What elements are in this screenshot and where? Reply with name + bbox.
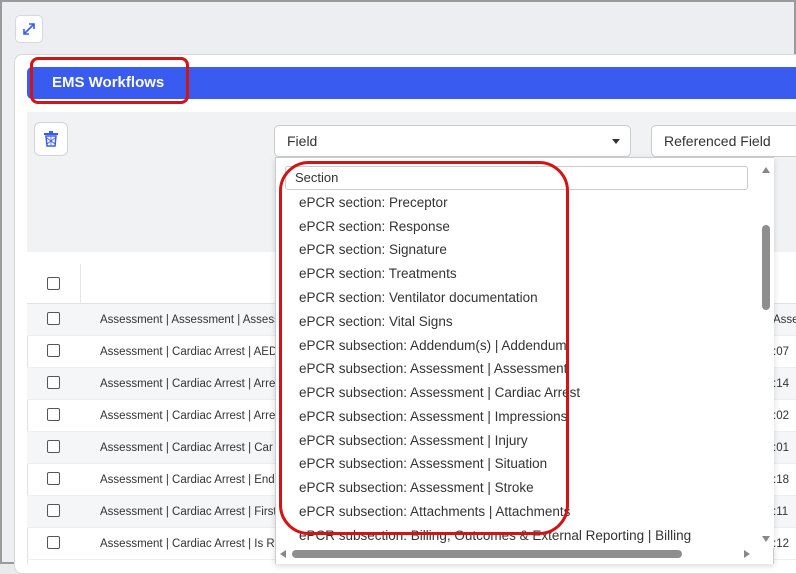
row-value: Asse	[773, 314, 796, 326]
referenced-field-select-value: Referenced Field	[664, 133, 771, 149]
row-value: :12	[773, 538, 789, 550]
dropdown-option[interactable]: ePCR subsection: Assessment | Cardiac Ar…	[299, 381, 580, 405]
row-checkbox[interactable]	[47, 344, 60, 357]
scroll-down-icon[interactable]	[762, 536, 770, 542]
dropdown-option[interactable]: ePCR subsection: Assessment | Assessment	[299, 357, 567, 381]
dropdown-option[interactable]: ePCR section: Treatments	[299, 262, 457, 286]
row-name: Assessment | Cardiac Arrest | End	[100, 474, 275, 486]
row-value: :02	[773, 410, 789, 422]
row-checkbox[interactable]	[47, 472, 60, 485]
select-all-checkbox[interactable]	[47, 277, 60, 290]
dropdown-option[interactable]: ePCR subsection: Assessment | Impression…	[299, 405, 567, 429]
dropdown-option[interactable]: ePCR section: Ventilator documentation	[299, 286, 538, 310]
row-name: Assessment | Cardiac Arrest | Arre	[100, 378, 276, 390]
row-name: Assessment | Cardiac Arrest | First	[100, 506, 277, 518]
chevron-down-icon	[612, 139, 620, 144]
row-checkbox[interactable]	[47, 504, 60, 517]
row-checkbox[interactable]	[47, 440, 60, 453]
row-value: :11	[773, 506, 789, 518]
scroll-right-icon[interactable]	[744, 550, 750, 558]
vertical-scroll-thumb[interactable]	[762, 225, 770, 310]
row-checkbox[interactable]	[47, 376, 60, 389]
row-name: Assessment | Cardiac Arrest | Is R	[100, 538, 275, 550]
row-value: :14	[773, 378, 789, 390]
row-value: :07	[773, 346, 789, 358]
dropdown-search-input[interactable]: Section	[285, 166, 748, 190]
dropdown-option[interactable]: ePCR section: Response	[299, 215, 450, 239]
dropdown-option[interactable]: ePCR subsection: Attachments | Attachmen…	[299, 500, 570, 524]
scroll-up-icon[interactable]	[762, 167, 770, 173]
horizontal-scroll-thumb[interactable]	[292, 550, 682, 558]
delete-filter-button[interactable]	[34, 122, 68, 156]
expand-button[interactable]	[15, 15, 43, 43]
trash-icon	[44, 131, 58, 147]
dropdown-option[interactable]: ePCR subsection: Billing, Outcomes & Ext…	[299, 524, 691, 544]
dropdown-option[interactable]: ePCR subsection: Addendum(s) | Addendum	[299, 334, 567, 358]
scroll-left-icon[interactable]	[280, 550, 286, 558]
row-checkbox[interactable]	[47, 312, 60, 325]
row-value: :18	[773, 474, 789, 486]
header-divider	[80, 264, 81, 304]
row-checkbox[interactable]	[47, 408, 60, 421]
dropdown-option[interactable]: ePCR subsection: Assessment | Stroke	[299, 476, 534, 500]
row-name: Assessment | Cardiac Arrest | Arre	[100, 410, 276, 422]
dropdown-option[interactable]: ePCR section: Vital Signs	[299, 310, 453, 334]
field-select-value: Field	[287, 133, 318, 149]
referenced-field-select[interactable]: Referenced Field	[651, 125, 796, 157]
row-name: Assessment | Cardiac Arrest | AED	[100, 346, 278, 358]
dropdown-option[interactable]: ePCR section: Signature	[299, 238, 447, 262]
row-value: :01	[773, 442, 789, 454]
dropdown-option[interactable]: ePCR subsection: Assessment | Injury	[299, 429, 528, 453]
dropdown-option[interactable]: ePCR subsection: Assessment | Situation	[299, 452, 547, 476]
page-title: EMS Workflows	[52, 74, 165, 91]
field-select[interactable]: Field	[274, 125, 631, 157]
row-name: Assessment | Assessment | Assess	[100, 314, 280, 326]
row-name: Assessment | Cardiac Arrest | Car	[100, 442, 273, 454]
row-checkbox[interactable]	[47, 536, 60, 549]
dropdown-vertical-scrollbar[interactable]	[758, 158, 774, 548]
expand-icon	[23, 23, 35, 35]
